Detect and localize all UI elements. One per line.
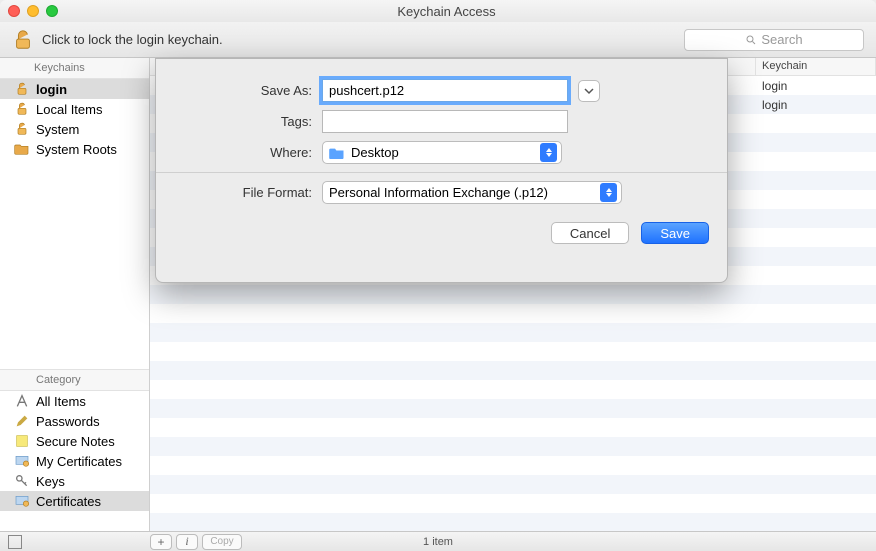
keychains-header: Keychains [0,58,149,79]
sidebar-keychain-local-items[interactable]: Local Items [0,99,149,119]
sidebar-item-label: Local Items [36,102,102,117]
tags-input[interactable] [322,110,568,133]
add-button[interactable]: + [150,534,172,550]
file-format-value: Personal Information Exchange (.p12) [329,185,548,200]
lock-open-icon [14,81,30,97]
table-header-keychain[interactable]: Keychain [756,58,876,75]
lock-open-icon [14,101,30,117]
close-window-button[interactable] [8,5,20,17]
where-select[interactable]: Desktop [322,141,562,164]
sidebar-item-label: System Roots [36,142,117,157]
lock-open-icon [14,121,30,137]
sidebar-category-keys[interactable]: Keys [0,471,149,491]
search-placeholder: Search [761,32,802,47]
lock-open-icon[interactable] [12,29,34,51]
where-label: Where: [174,145,312,160]
sidebar-category-certificates[interactable]: Certificates [0,491,149,511]
search-icon [745,34,757,46]
cancel-button[interactable]: Cancel [551,222,629,244]
tags-label: Tags: [174,114,312,129]
cell-keychain: login [756,98,876,112]
chevron-down-icon [584,86,594,96]
toolbar: Click to lock the login keychain. Search [0,22,876,58]
divider [156,172,727,173]
file-format-label: File Format: [174,185,312,200]
where-value: Desktop [351,145,399,160]
folder-icon [329,146,345,159]
titlebar: Keychain Access [0,0,876,22]
sidebar-category-all-items[interactable]: All Items [0,391,149,411]
zoom-window-button[interactable] [46,5,58,17]
save-dialog: Save As: Tags: Where: Desktop File Forma… [155,58,728,283]
note-icon [14,433,30,449]
file-format-select[interactable]: Personal Information Exchange (.p12) [322,181,622,204]
updown-icon [540,143,557,162]
info-button[interactable]: i [176,534,198,550]
sidebar: Keychains login Local Items System System R… [0,58,150,531]
save-as-input[interactable] [322,79,568,102]
view-mode-button[interactable] [8,535,22,549]
key-icon [14,473,30,489]
save-button[interactable]: Save [641,222,709,244]
folder-icon [14,141,30,157]
aframe-icon [14,393,30,409]
updown-icon [600,183,617,202]
sidebar-keychain-login[interactable]: login [0,79,149,99]
search-input[interactable]: Search [684,29,864,51]
sidebar-item-label: System [36,122,79,137]
window-title: Keychain Access [70,4,823,19]
sidebar-category-secure-notes[interactable]: Secure Notes [0,431,149,451]
sidebar-item-label: login [36,82,67,97]
sidebar-keychain-system[interactable]: System [0,119,149,139]
sidebar-item-label: All Items [36,394,86,409]
copy-button[interactable]: Copy [202,534,242,550]
save-as-label: Save As: [174,83,312,98]
sidebar-item-label: Certificates [36,494,101,509]
minimize-window-button[interactable] [27,5,39,17]
lock-hint-text: Click to lock the login keychain. [42,32,223,47]
status-bar: + i Copy 1 item [0,531,876,551]
sidebar-category-passwords[interactable]: Passwords [0,411,149,431]
sidebar-item-label: Keys [36,474,65,489]
expand-dialog-button[interactable] [578,80,600,102]
sidebar-category-my-certificates[interactable]: My Certificates [0,451,149,471]
key-pencil-icon [14,413,30,429]
cert-icon [14,493,30,509]
cell-keychain: login [756,79,876,93]
sidebar-keychain-system-roots[interactable]: System Roots [0,139,149,159]
item-count: 1 item [423,536,453,548]
sidebar-item-label: Secure Notes [36,434,115,449]
cert-icon [14,453,30,469]
sidebar-item-label: My Certificates [36,454,122,469]
category-header: Category [0,369,149,391]
sidebar-item-label: Passwords [36,414,100,429]
